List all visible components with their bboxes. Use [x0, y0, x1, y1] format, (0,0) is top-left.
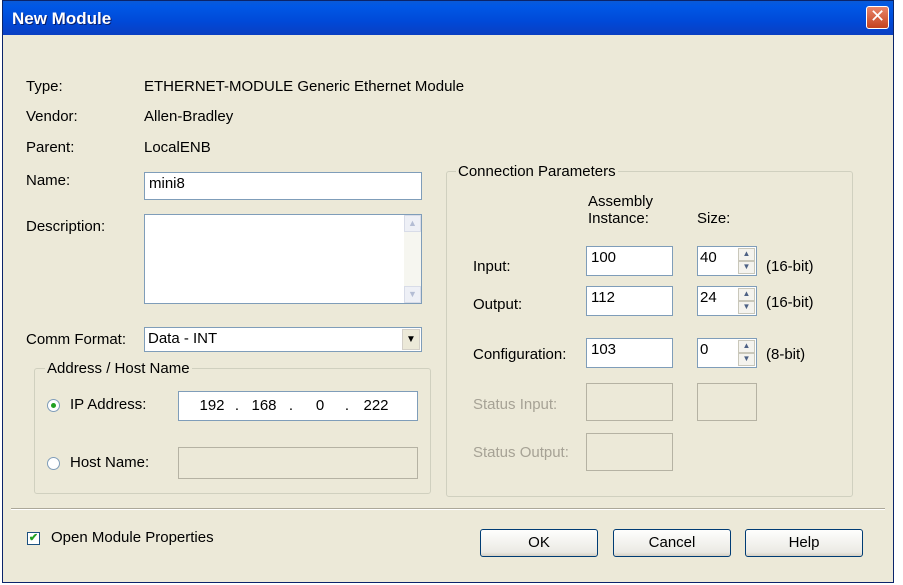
- scroll-up-icon[interactable]: ▲: [404, 215, 421, 232]
- input-label: Input:: [473, 258, 511, 275]
- ip-address-radio[interactable]: [47, 399, 60, 412]
- output-instance-field[interactable]: 112: [586, 286, 673, 316]
- configuration-label: Configuration:: [473, 346, 567, 363]
- new-module-dialog: New Module ✕ Type: ETHERNET-MODULE Gener…: [2, 0, 894, 583]
- type-value: ETHERNET-MODULE Generic Ethernet Module: [144, 78, 465, 95]
- name-value: mini8: [149, 175, 185, 192]
- parent-label: Parent:: [26, 139, 75, 156]
- input-size-stepper[interactable]: ▲ ▼: [738, 248, 755, 274]
- title-bar[interactable]: New Module ✕: [3, 1, 893, 35]
- type-label: Type:: [26, 78, 63, 95]
- comm-format-select[interactable]: Data - INT ▼: [144, 327, 422, 352]
- close-button[interactable]: ✕: [866, 6, 889, 29]
- ip-address-label[interactable]: IP Address:: [70, 396, 146, 413]
- ok-button[interactable]: OK: [480, 529, 598, 557]
- size-header: Size:: [697, 210, 731, 227]
- chevron-down-icon[interactable]: ▼: [402, 329, 420, 350]
- comm-format-label: Comm Format:: [26, 331, 127, 348]
- status-output-label: Status Output:: [473, 444, 569, 461]
- ip-dot-2: .: [288, 397, 294, 414]
- scroll-down-icon[interactable]: ▼: [404, 286, 421, 303]
- host-name-field[interactable]: [178, 447, 418, 479]
- status-input-size-field[interactable]: [697, 383, 757, 421]
- assembly-instance-header: Assembly Instance:: [588, 193, 654, 227]
- vendor-label: Vendor:: [26, 108, 78, 125]
- description-label: Description:: [26, 218, 106, 235]
- description-field[interactable]: ▲ ▼: [144, 214, 422, 304]
- status-output-instance-field[interactable]: [586, 433, 673, 471]
- ip-dot-1: .: [234, 397, 240, 414]
- host-name-radio[interactable]: [47, 457, 60, 470]
- ip-address-field[interactable]: 192 . 168 . 0 . 222: [178, 391, 418, 421]
- configuration-size-stepper[interactable]: ▲ ▼: [738, 340, 755, 366]
- name-field[interactable]: mini8: [144, 172, 422, 200]
- description-scrollbar[interactable]: ▲ ▼: [404, 215, 421, 303]
- connection-parameters-title: Connection Parameters: [456, 163, 618, 180]
- output-size-unit: (16-bit): [766, 294, 814, 311]
- ip-dot-3: .: [344, 397, 350, 414]
- output-size-value: 24: [700, 289, 717, 306]
- dialog-title: New Module: [12, 9, 112, 28]
- configuration-size-field[interactable]: 0 ▲ ▼: [697, 338, 757, 368]
- input-size-value: 40: [700, 249, 717, 266]
- spin-up-icon[interactable]: ▲: [738, 340, 755, 353]
- close-icon: ✕: [869, 6, 886, 27]
- output-size-stepper[interactable]: ▲ ▼: [738, 288, 755, 314]
- open-module-properties-label[interactable]: Open Module Properties: [51, 529, 214, 546]
- spin-down-icon[interactable]: ▼: [738, 261, 755, 274]
- spin-up-icon[interactable]: ▲: [738, 288, 755, 301]
- ip-octet-3: 0: [315, 397, 325, 414]
- configuration-size-unit: (8-bit): [766, 346, 806, 363]
- parent-value: LocalENB: [144, 139, 211, 156]
- configuration-instance-field[interactable]: 103: [586, 338, 673, 368]
- input-instance-value: 100: [591, 249, 617, 266]
- open-module-properties-checkbox[interactable]: ✔: [27, 532, 40, 545]
- name-label: Name:: [26, 172, 71, 189]
- radio-selected-dot: [51, 403, 56, 408]
- footer-divider: [11, 508, 885, 510]
- output-size-field[interactable]: 24 ▲ ▼: [697, 286, 757, 316]
- input-size-unit: (16-bit): [766, 258, 814, 275]
- configuration-instance-value: 103: [591, 341, 617, 358]
- output-instance-value: 112: [591, 289, 615, 306]
- comm-format-value: Data - INT: [148, 330, 218, 347]
- spin-down-icon[interactable]: ▼: [738, 353, 755, 366]
- ip-octet-1: 192: [199, 397, 225, 414]
- input-size-field[interactable]: 40 ▲ ▼: [697, 246, 757, 276]
- status-input-label: Status Input:: [473, 396, 558, 413]
- spin-up-icon[interactable]: ▲: [738, 248, 755, 261]
- ip-octet-2: 168: [251, 397, 277, 414]
- ip-octet-4: 222: [363, 397, 389, 414]
- input-instance-field[interactable]: 100: [586, 246, 673, 276]
- help-button[interactable]: Help: [745, 529, 863, 557]
- spin-down-icon[interactable]: ▼: [738, 301, 755, 314]
- check-icon: ✔: [28, 532, 39, 544]
- cancel-button[interactable]: Cancel: [613, 529, 731, 557]
- vendor-value: Allen-Bradley: [144, 108, 234, 125]
- address-group-title: Address / Host Name: [45, 360, 192, 377]
- output-label: Output:: [473, 296, 523, 313]
- status-input-instance-field[interactable]: [586, 383, 673, 421]
- host-name-label[interactable]: Host Name:: [70, 454, 149, 471]
- configuration-size-value: 0: [700, 341, 709, 358]
